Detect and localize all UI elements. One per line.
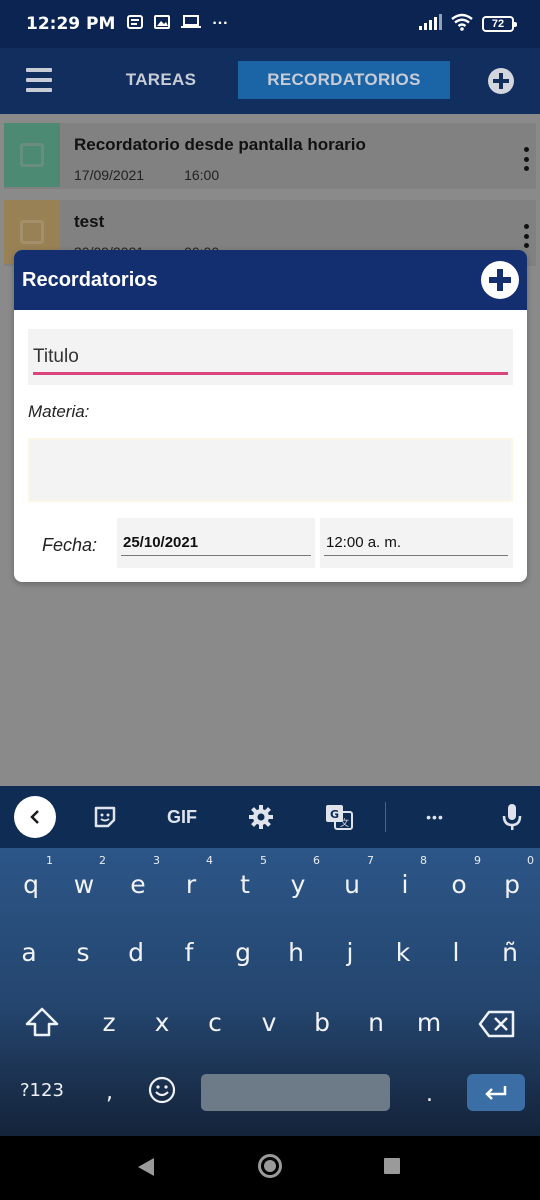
- key-i[interactable]: i8: [393, 854, 427, 899]
- tab-tareas[interactable]: TAREAS: [106, 61, 216, 99]
- key-n-tilde[interactable]: ñ: [498, 938, 522, 967]
- key-p[interactable]: p0: [500, 854, 534, 899]
- tab-recordatorios[interactable]: RECORDATORIOS: [238, 61, 450, 99]
- symbols-key[interactable]: ?123: [20, 1080, 64, 1101]
- date-field[interactable]: 25/10/2021: [117, 518, 315, 568]
- more-options-icon[interactable]: [524, 224, 530, 248]
- svg-text:文: 文: [340, 817, 349, 829]
- key-e[interactable]: e3: [126, 854, 160, 899]
- reminder-time: 16:00: [184, 167, 220, 183]
- fecha-label: Fecha:: [42, 535, 98, 555]
- key-u[interactable]: u7: [340, 854, 374, 899]
- keyboard-back-button[interactable]: [14, 796, 56, 838]
- dialog-title: Recordatorios: [22, 268, 158, 291]
- more-options-icon[interactable]: [524, 147, 530, 171]
- list-item[interactable]: Recordatorio desde pantalla horario 17/0…: [4, 123, 536, 189]
- wifi-icon: [450, 13, 474, 36]
- materia-field[interactable]: [28, 438, 513, 502]
- more-icon: ···: [212, 15, 229, 32]
- key-d[interactable]: d: [124, 938, 148, 967]
- sticker-icon[interactable]: [90, 798, 120, 836]
- key-r[interactable]: r4: [179, 854, 213, 899]
- comma-key[interactable]: ,: [106, 1080, 113, 1105]
- key-z[interactable]: z: [97, 1008, 121, 1037]
- add-reminder-icon[interactable]: [481, 261, 519, 299]
- svg-text:G: G: [330, 808, 339, 821]
- translate-icon[interactable]: G文: [324, 798, 354, 836]
- key-o[interactable]: o9: [447, 854, 481, 899]
- key-a[interactable]: a: [17, 938, 41, 967]
- reminder-dialog: Recordatorios Materia: Fecha: 25/10/2021…: [14, 250, 527, 582]
- key-q[interactable]: q1: [19, 854, 53, 899]
- status-time: 12:29 PM: [26, 14, 116, 34]
- app-bar: TAREAS RECORDATORIOS: [0, 48, 540, 114]
- period-key[interactable]: .: [426, 1082, 433, 1107]
- enter-key[interactable]: [467, 1074, 525, 1111]
- key-c[interactable]: c: [203, 1008, 227, 1037]
- mic-icon[interactable]: [498, 798, 526, 836]
- key-x[interactable]: x: [150, 1008, 174, 1037]
- gallery-icon: [154, 14, 171, 34]
- notification-icon: [127, 14, 144, 34]
- reminder-title: test: [74, 212, 105, 231]
- key-k[interactable]: k: [391, 938, 415, 967]
- laptop-icon: [181, 14, 202, 34]
- settings-icon[interactable]: [247, 798, 275, 836]
- home-icon[interactable]: [258, 1154, 282, 1178]
- add-icon[interactable]: [488, 68, 514, 94]
- title-field: [28, 329, 513, 385]
- key-b[interactable]: b: [310, 1008, 334, 1037]
- recent-apps-icon[interactable]: [384, 1158, 400, 1174]
- gif-button[interactable]: GIF: [160, 798, 204, 836]
- emoji-icon[interactable]: [148, 1076, 176, 1104]
- menu-icon[interactable]: [26, 68, 52, 92]
- keyboard: q1 w2 e3 r4 t5 y6 u7 i8 o9 p0 a s d f g …: [0, 848, 540, 1136]
- toolbar-more-button[interactable]: •••: [418, 798, 452, 836]
- dialog-header: Recordatorios: [14, 250, 527, 310]
- toolbar-divider: [385, 802, 386, 832]
- key-l[interactable]: l: [444, 938, 468, 967]
- time-field[interactable]: 12:00 a. m.: [320, 518, 513, 568]
- status-bar: 12:29 PM ··· 72: [0, 0, 540, 48]
- key-t[interactable]: t5: [233, 854, 267, 899]
- date-value: 25/10/2021: [123, 534, 199, 551]
- key-n[interactable]: n: [364, 1008, 388, 1037]
- key-y[interactable]: y6: [286, 854, 320, 899]
- navigation-bar: [0, 1136, 540, 1200]
- title-focus-underline: [33, 372, 508, 375]
- key-w[interactable]: w2: [72, 854, 106, 899]
- back-icon[interactable]: [138, 1158, 154, 1176]
- time-value: 12:00 a. m.: [326, 534, 402, 551]
- reminder-date: 17/09/2021: [74, 167, 145, 183]
- shift-icon[interactable]: [24, 1006, 60, 1040]
- title-input[interactable]: [33, 329, 508, 377]
- reminder-checkbox[interactable]: [4, 123, 60, 187]
- key-v[interactable]: v: [257, 1008, 281, 1037]
- key-g[interactable]: g: [231, 938, 255, 967]
- signal-icon: [418, 13, 442, 35]
- space-key[interactable]: [201, 1074, 390, 1111]
- battery-icon: 72: [482, 16, 517, 32]
- key-s[interactable]: s: [71, 938, 95, 967]
- reminder-title: Recordatorio desde pantalla horario: [74, 135, 366, 154]
- key-f[interactable]: f: [177, 938, 201, 967]
- key-j[interactable]: j: [338, 938, 362, 967]
- backspace-icon[interactable]: [478, 1010, 516, 1038]
- materia-label: Materia:: [28, 402, 90, 421]
- key-m[interactable]: m: [415, 1008, 443, 1037]
- key-h[interactable]: h: [284, 938, 308, 967]
- keyboard-toolbar: GIF G文 •••: [0, 786, 540, 848]
